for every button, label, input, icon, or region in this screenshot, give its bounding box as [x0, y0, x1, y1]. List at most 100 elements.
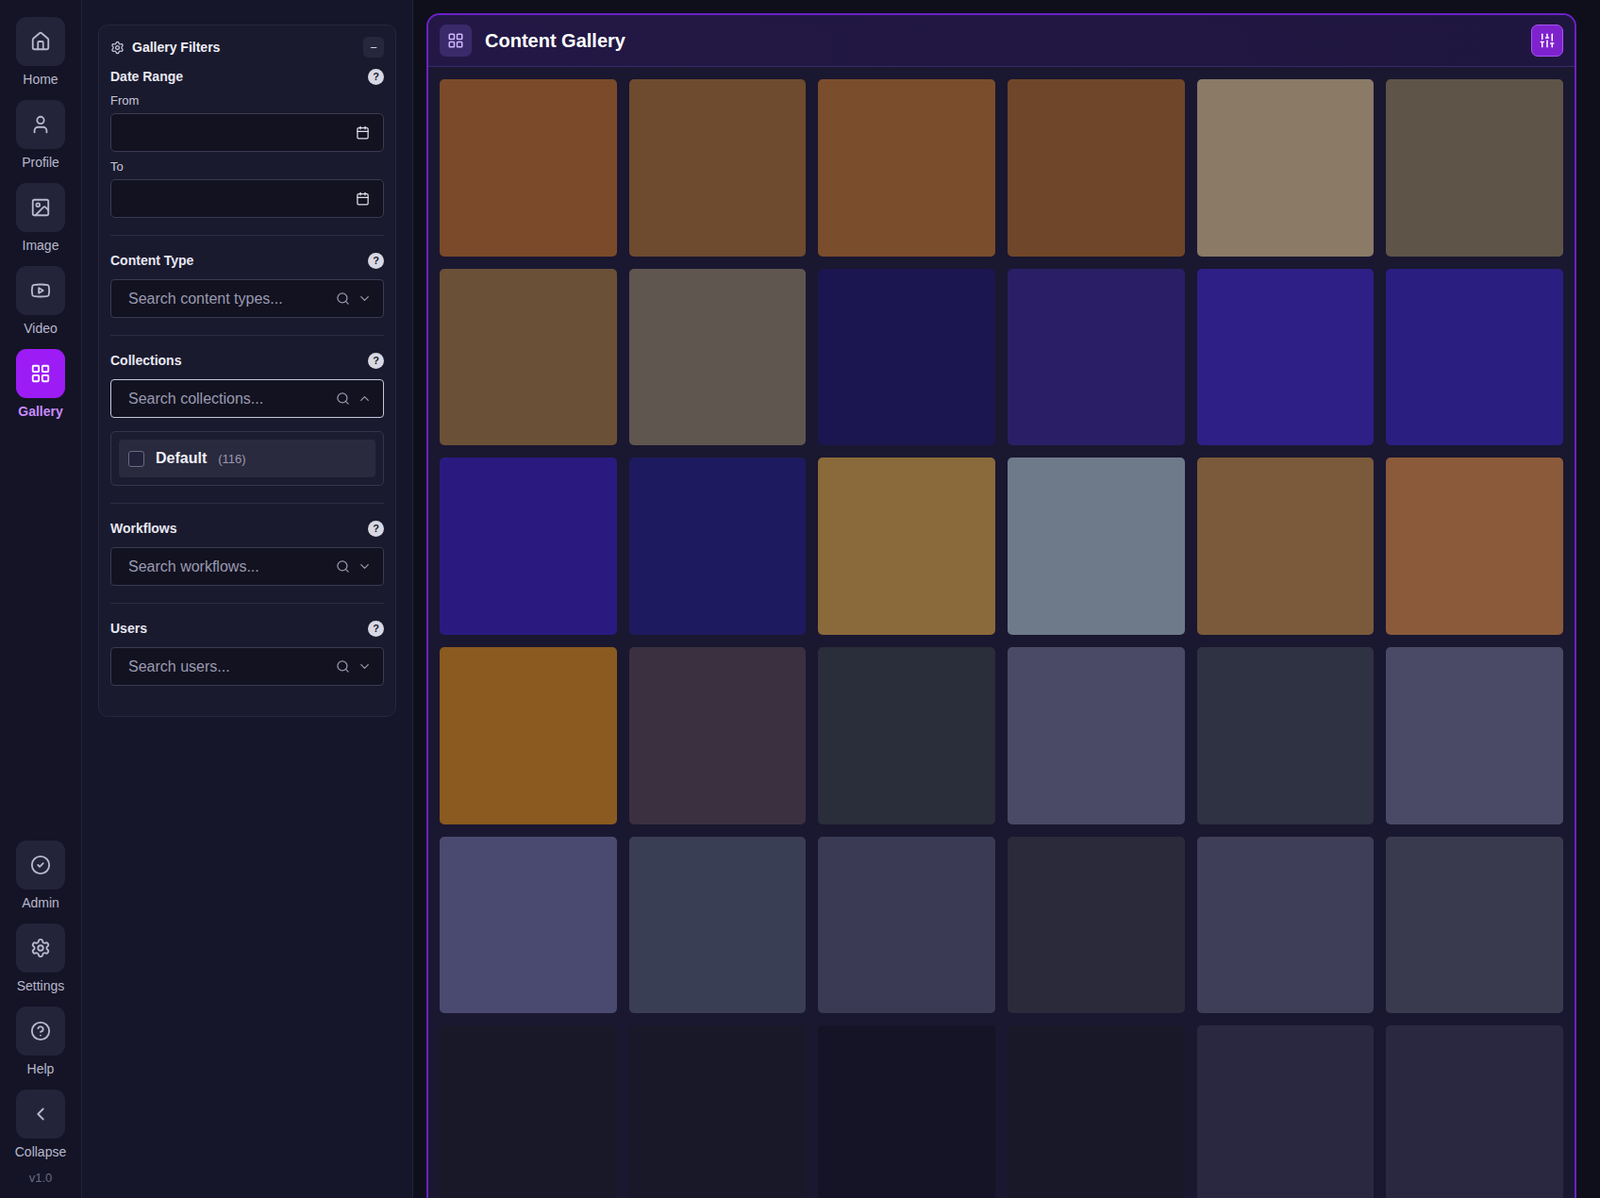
gallery-tile[interactable]	[1007, 268, 1185, 447]
section-header: Date Range?	[110, 66, 384, 86]
gallery-tile[interactable]	[817, 79, 996, 257]
to-date-field[interactable]	[110, 179, 384, 218]
help-icon[interactable]: ?	[367, 68, 384, 85]
nav-label: Video	[23, 320, 58, 336]
nav-label: Help	[27, 1061, 55, 1077]
search-icon	[335, 559, 350, 574]
search-field[interactable]: Search workflows...	[110, 547, 384, 586]
nav-item-icon	[30, 937, 51, 959]
to-label: To	[110, 159, 384, 174]
search-placeholder: Search users...	[128, 658, 329, 676]
nav-item[interactable]: Collapse	[15, 1089, 67, 1160]
gallery-tile[interactable]	[629, 1025, 807, 1198]
gallery-tile[interactable]	[1197, 457, 1375, 635]
collapse-button[interactable]: −	[363, 36, 384, 58]
gallery-tile[interactable]	[1385, 647, 1564, 825]
nav-label: Collapse	[15, 1144, 67, 1160]
version-label: v1.0	[29, 1170, 53, 1185]
nav-item[interactable]: Admin	[16, 840, 66, 911]
nav-item[interactable]: Settings	[16, 923, 66, 994]
gallery-tile[interactable]	[629, 457, 807, 635]
chevron-up-icon[interactable]	[357, 391, 372, 406]
nav-item-icon	[30, 197, 51, 218]
section-header: Workflows?	[110, 518, 384, 538]
filter-toggle-button[interactable]	[1531, 24, 1564, 57]
gallery-tile[interactable]	[1007, 647, 1185, 825]
help-icon[interactable]: ?	[367, 352, 384, 369]
checkbox[interactable]	[128, 450, 145, 467]
gallery-tile[interactable]	[1385, 836, 1564, 1015]
gallery-tile[interactable]	[1197, 268, 1375, 447]
gallery-tile[interactable]	[1385, 79, 1564, 257]
gallery-tile[interactable]	[1007, 79, 1185, 257]
gallery-tile[interactable]	[439, 836, 617, 1015]
filter-section: Users?Search users...	[110, 602, 384, 703]
main: Content Gallery	[413, 0, 1600, 1198]
gallery-tile[interactable]	[629, 268, 807, 447]
nav-icon-box	[16, 840, 66, 890]
gallery-tile[interactable]	[817, 268, 996, 447]
nav-item[interactable]: Profile	[16, 100, 66, 170]
nav-label: Profile	[21, 154, 60, 170]
gallery-tile[interactable]	[629, 647, 807, 825]
nav-item[interactable]: Video	[16, 266, 66, 336]
nav-item-icon	[30, 1020, 51, 1042]
gallery-tile[interactable]	[1007, 457, 1185, 635]
section-header: Content Type?	[110, 250, 384, 270]
filter-title: Gallery Filters	[132, 39, 356, 55]
gallery-tile[interactable]	[1385, 1025, 1564, 1198]
gallery-tile[interactable]	[1197, 79, 1375, 257]
gallery-tile[interactable]	[629, 79, 807, 257]
nav-label: Settings	[16, 978, 66, 994]
chevron-down-icon[interactable]	[357, 659, 372, 674]
nav-item[interactable]: Image	[16, 183, 66, 253]
gallery-tile[interactable]	[1007, 836, 1185, 1015]
option-count: (116)	[217, 451, 246, 467]
help-icon[interactable]: ?	[367, 252, 384, 269]
search-placeholder: Search content types...	[128, 290, 329, 308]
chevron-down-icon[interactable]	[357, 559, 372, 574]
gallery-tile[interactable]	[439, 268, 617, 447]
gallery-tile[interactable]	[629, 836, 807, 1015]
search-field[interactable]: Search users...	[110, 647, 384, 686]
search-icon	[335, 659, 350, 674]
gallery-tile[interactable]	[817, 457, 996, 635]
gallery-tile[interactable]	[817, 647, 996, 825]
gallery-tile[interactable]	[1197, 836, 1375, 1015]
dropdown-option[interactable]: Default (116)	[118, 439, 376, 478]
chevron-down-icon[interactable]	[357, 291, 372, 306]
nav-icon-box	[16, 1089, 66, 1139]
search-field[interactable]: Search collections...	[110, 379, 384, 418]
help-icon[interactable]: ?	[367, 620, 384, 637]
gallery-tile[interactable]	[439, 457, 617, 635]
gallery-tile[interactable]	[439, 647, 617, 825]
gallery-tile[interactable]	[1385, 457, 1564, 635]
calendar-icon[interactable]	[355, 125, 370, 140]
search-field[interactable]: Search content types...	[110, 279, 384, 318]
gallery-tile[interactable]	[1007, 1025, 1185, 1198]
search-icon	[335, 291, 350, 306]
help-icon[interactable]: ?	[367, 520, 384, 537]
nav-icon-box	[16, 923, 66, 973]
gallery-tile[interactable]	[439, 1025, 617, 1198]
gear-icon	[110, 40, 125, 55]
nav-item[interactable]: Home	[16, 16, 66, 87]
section-label: Workflows	[110, 520, 178, 536]
gallery-tile[interactable]	[439, 79, 617, 257]
gallery-tile[interactable]	[817, 1025, 996, 1198]
calendar-icon[interactable]	[355, 191, 370, 206]
option-label: Default	[155, 450, 207, 467]
gallery-icon-box	[439, 24, 472, 57]
from-date-field[interactable]	[110, 113, 384, 152]
gallery-tile[interactable]	[817, 836, 996, 1015]
gallery-tile[interactable]	[1197, 647, 1375, 825]
filter-section: Content Type? Search content types...	[110, 234, 384, 335]
filter-section: Collections?Search collections...Default…	[110, 334, 384, 503]
gallery-tile[interactable]	[1385, 268, 1564, 447]
nav-item[interactable]: Gallery	[16, 349, 66, 419]
gallery-header: Content Gallery	[428, 15, 1575, 67]
nav-label: Home	[22, 71, 58, 87]
gallery-tile[interactable]	[1197, 1025, 1375, 1198]
nav-item[interactable]: Help	[16, 1006, 66, 1077]
nav-label: Image	[22, 237, 60, 253]
